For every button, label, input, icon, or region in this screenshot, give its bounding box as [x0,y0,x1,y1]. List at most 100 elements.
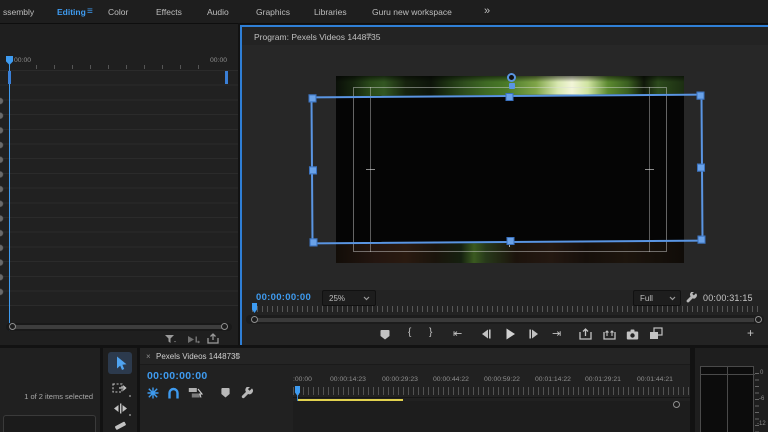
workspace-color[interactable]: Color [108,7,128,17]
program-scrubber-ticks[interactable] [252,306,762,312]
export-icon[interactable] [206,333,219,344]
transform-handle-bottom-center[interactable] [506,237,514,245]
ec-hscrollbar-left-handle[interactable] [9,323,16,330]
selection-tool[interactable] [108,352,132,374]
mark-out-icon[interactable]: } [429,327,432,338]
ec-playhead-line[interactable] [9,64,10,331]
timeline-ruler-ticks[interactable] [293,387,690,395]
transform-bounding-box[interactable] [310,94,703,245]
transform-handle-top-center[interactable] [505,93,513,101]
track-select-forward-tool[interactable] [108,379,132,397]
transform-handle-mid-right[interactable] [697,164,705,172]
tool-flyout-dot [129,395,131,397]
ec-toggle-animation-icons[interactable] [0,96,5,296]
settings-wrench-icon[interactable] [685,291,698,304]
go-to-in-icon[interactable]: ⇤ [453,327,462,340]
program-viewer[interactable] [242,45,768,290]
tool-flyout-dot [129,414,131,416]
workspace-overflow-icon[interactable]: » [484,5,490,17]
zoom-level-value: 25% [329,294,345,303]
workspace-menu-icon[interactable]: ≡ [87,6,93,17]
ec-property-rows [0,70,238,306]
timeline-panel-menu-icon[interactable]: ≡ [235,351,240,361]
anchor-point-icon[interactable] [509,83,515,89]
workspace-effects[interactable]: Effects [156,7,182,17]
ec-workarea-in-marker[interactable] [8,71,11,84]
transform-handle-bottom-right[interactable] [697,236,705,244]
ec-hscrollbar-right-handle[interactable] [221,323,228,330]
project-content-area[interactable] [3,415,96,432]
timeline-tab-row: × Pexels Videos 1448735 ≡ [140,348,690,365]
play-icon[interactable] [504,328,516,340]
timeline-tab-label[interactable]: Pexels Videos 1448735 [156,352,240,361]
effect-controls-panel: 00:00 00:00 [0,24,238,348]
snap-magnet-icon[interactable] [166,386,180,399]
project-panel: 1 of 2 items selected [0,348,100,432]
ruler-label: 00:01:44:21 [637,376,673,383]
program-panel-menu-icon[interactable]: ≡ [366,31,372,42]
workspace-graphics[interactable]: Graphics [256,7,290,17]
program-scrollbar-right-handle[interactable] [755,316,762,323]
workspace-guru[interactable]: Guru new workspace [372,7,452,17]
project-status-text: 1 of 2 items selected [24,392,93,401]
timeline-panel: × Pexels Videos 1448735 ≡ 00:00:00:00 :0… [140,348,690,432]
program-transport-bar: { } ⇤ ⇥ + [242,324,768,345]
timeline-vscrollbar-handle[interactable] [673,401,680,408]
ec-playhead-head[interactable] [6,56,13,65]
timeline-settings-wrench-icon[interactable] [240,386,254,399]
program-header[interactable]: Program: Pexels Videos 1448735 ≡ [242,27,768,45]
export-frame-camera-icon[interactable] [626,328,639,340]
ec-ruler-start: 00:00 [14,57,31,64]
ruler-label: 00:00:29:23 [382,376,418,383]
tab-close-icon[interactable]: × [146,352,151,361]
comparison-view-icon[interactable] [649,327,663,340]
ripple-edit-tool[interactable] [108,400,132,416]
workspace-libraries[interactable]: Libraries [314,7,347,17]
transform-handle-bottom-left[interactable] [309,238,317,246]
transform-handle-top-right[interactable] [696,92,704,100]
workspace-audio[interactable]: Audio [207,7,229,17]
mark-in-icon[interactable]: { [408,327,411,338]
play-audio-icon[interactable] [186,334,200,344]
timeline-timecode[interactable]: 00:00:00:00 [147,370,208,382]
rotation-handle-icon[interactable] [507,73,516,82]
ec-ruler-end: 00:00 [210,57,227,64]
filter-properties-icon[interactable] [164,334,176,344]
ec-ruler-ticks[interactable] [36,65,212,69]
program-current-timecode[interactable]: 00:00:00:00 [256,292,311,303]
program-scrollbar-left-handle[interactable] [251,316,258,323]
workspace-assembly[interactable]: ssembly [3,7,34,17]
program-scrollbar-thumb[interactable] [256,318,754,322]
program-control-bar: 00:00:00:00 25% Full 00:00:31:15 [242,290,768,305]
audio-meters-panel: 0 -6 -12 [695,348,768,432]
tools-panel [103,348,137,432]
ec-workarea-out-marker[interactable] [225,71,228,84]
button-editor-plus-icon[interactable]: + [747,326,754,340]
add-marker-icon[interactable] [379,329,391,340]
ec-hscrollbar-thumb[interactable] [14,325,224,329]
workspace-editing[interactable]: Editing [57,7,86,17]
linked-selection-icon[interactable] [187,386,203,399]
program-duration-timecode: 00:00:31:15 [703,293,753,303]
go-to-out-icon[interactable]: ⇥ [552,327,561,340]
zoom-level-dropdown[interactable]: 25% [322,290,376,306]
audio-meter-zero-line [701,374,755,375]
program-title: Program: Pexels Videos 1448735 [254,32,380,42]
timeline-add-marker-icon[interactable] [220,387,231,398]
chevron-down-icon [669,296,676,301]
ruler-label: :00:00 [293,376,312,383]
extract-icon[interactable] [603,328,616,340]
razor-tool[interactable] [108,419,132,432]
audio-scale-minus12: -12 [757,421,766,427]
lift-icon[interactable] [579,328,592,340]
step-forward-icon[interactable] [528,329,540,339]
nest-sequences-icon[interactable] [146,386,159,399]
step-back-icon[interactable] [480,329,492,339]
ruler-label: 00:00:59:22 [484,376,520,383]
playback-resolution-dropdown[interactable]: Full [633,290,681,306]
timeline-tracks-area[interactable] [293,401,690,432]
transform-handle-mid-left[interactable] [309,166,317,174]
ruler-label: 00:00:44:22 [433,376,469,383]
transform-handle-top-left[interactable] [308,94,316,102]
audio-scale-0: 0 [760,370,763,376]
